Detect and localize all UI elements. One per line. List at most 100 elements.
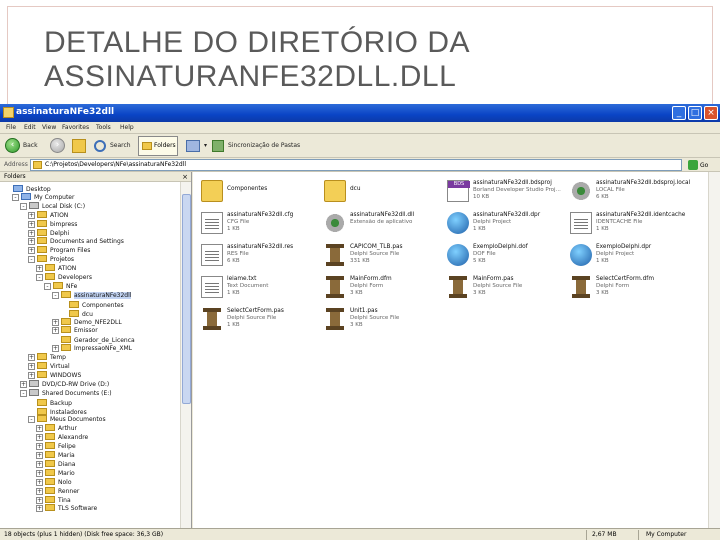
status-location: My Computer: [646, 531, 687, 538]
status-divider: [638, 530, 639, 540]
expand-toggle-icon[interactable]: -: [20, 202, 27, 210]
window-titlebar[interactable]: assinaturaNFe32dll _ □ ×: [0, 104, 720, 122]
expand-toggle-icon[interactable]: +: [28, 229, 35, 237]
file-type: Delphi Project: [473, 219, 512, 225]
file-type: IDENTCACHE File: [596, 219, 643, 225]
expand-toggle-icon[interactable]: +: [36, 443, 43, 451]
folder-icon: [37, 255, 47, 263]
file-item[interactable]: assinaturaNFe32dll.bdsproj.local LOCAL Fi…: [564, 178, 690, 206]
expand-toggle-icon[interactable]: -: [52, 291, 59, 299]
expand-toggle-icon[interactable]: +: [28, 238, 35, 246]
file-size: 6 KB: [596, 194, 609, 200]
expand-toggle-icon[interactable]: +: [52, 318, 59, 326]
files-scrollbar[interactable]: [708, 172, 720, 528]
tree-item[interactable]: + TLS Software: [36, 504, 97, 514]
expand-toggle-icon[interactable]: +: [36, 434, 43, 442]
sync-folders-button[interactable]: Sincronização de Pastas: [228, 137, 300, 155]
expand-toggle-icon[interactable]: +: [20, 380, 27, 388]
expand-toggle-icon[interactable]: +: [28, 220, 35, 228]
expand-toggle-icon[interactable]: -: [36, 274, 43, 281]
folder-icon: [37, 407, 47, 415]
expand-toggle-icon[interactable]: +: [28, 371, 35, 379]
address-input[interactable]: C:\Projetos\Developers\NFe\assinaturaNFe…: [30, 159, 682, 171]
maximize-button[interactable]: □: [688, 106, 702, 120]
expand-toggle-icon[interactable]: +: [36, 505, 43, 513]
back-label[interactable]: Back: [23, 137, 38, 155]
expand-toggle-icon[interactable]: -: [44, 282, 51, 290]
expand-toggle-icon[interactable]: +: [36, 487, 43, 495]
search-button[interactable]: Search: [110, 137, 131, 155]
folder-icon: [324, 180, 346, 202]
expand-toggle-icon[interactable]: +: [28, 247, 35, 255]
file-item[interactable]: Componentes: [195, 178, 313, 206]
file-item[interactable]: SelectCertForm.pas Delphi Source File 1 KB: [195, 306, 313, 334]
close-button[interactable]: ×: [704, 106, 718, 120]
tree-item-label: Arthur: [58, 425, 77, 433]
menu-tools[interactable]: Tools: [96, 124, 111, 131]
file-item[interactable]: MainForm.dfm Delphi Form 3 KB: [318, 274, 436, 302]
expand-toggle-icon[interactable]: +: [28, 354, 35, 362]
expand-toggle-icon[interactable]: +: [52, 327, 59, 335]
file-item[interactable]: assinaturaNFe32dll.identcache IDENTCACHE …: [564, 210, 686, 238]
tree-scrollbar[interactable]: [180, 182, 191, 528]
tree-item-label: ATION: [58, 265, 77, 273]
file-name: ExemploDelphi.dof: [473, 244, 528, 250]
forward-button[interactable]: ›: [50, 138, 65, 153]
file-item[interactable]: Unit1.pas Delphi Source File 3 KB: [318, 306, 436, 334]
file-item[interactable]: assinaturaNFe32dll.res RES File 6 KB: [195, 242, 313, 270]
expand-toggle-icon[interactable]: +: [28, 211, 35, 219]
file-item[interactable]: assinaturaNFe32dll.cfg CFG File 1 KB: [195, 210, 313, 238]
file-item[interactable]: ExemploDelphi.dof DOF File 5 KB: [441, 242, 559, 270]
menu-edit[interactable]: Edit: [24, 124, 36, 131]
views-dropdown[interactable]: ▾: [204, 137, 207, 155]
folder-icon: [37, 370, 47, 378]
expand-toggle-icon[interactable]: +: [36, 478, 43, 486]
file-type: Delphi Source File: [473, 283, 523, 289]
tree-scroll-thumb[interactable]: [182, 194, 191, 404]
expand-toggle-icon[interactable]: +: [36, 469, 43, 477]
expand-toggle-icon[interactable]: +: [36, 265, 43, 273]
expand-toggle-icon[interactable]: -: [20, 389, 27, 397]
expand-toggle-icon[interactable]: +: [36, 452, 43, 459]
folder-icon: [45, 468, 55, 476]
back-button[interactable]: ‹: [5, 138, 20, 153]
file-name: SelectCertForm.dfm: [596, 276, 654, 282]
file-item[interactable]: dcu: [318, 178, 436, 206]
views-icon[interactable]: [186, 140, 200, 152]
expand-toggle-icon[interactable]: +: [28, 363, 35, 370]
search-icon[interactable]: [94, 140, 106, 152]
file-name: Componentes: [227, 186, 268, 192]
tree-item-label: assinaturaNFe32dll: [74, 291, 132, 299]
expand-toggle-icon[interactable]: -: [12, 193, 19, 201]
sync-icon: [212, 140, 224, 152]
bds-project-icon: [447, 180, 470, 202]
expand-toggle-icon[interactable]: +: [52, 345, 59, 353]
file-type: LOCAL File: [596, 187, 625, 193]
folders-button[interactable]: Folders: [138, 136, 178, 156]
file-item[interactable]: CAPICOM_TLB.pas Delphi Source File 331 KB: [318, 242, 436, 270]
menu-view[interactable]: View: [42, 124, 56, 131]
file-item[interactable]: SelectCertForm.dfm Delphi Form 3 KB: [564, 274, 682, 302]
menu-help[interactable]: Help: [120, 124, 134, 131]
file-name: assinaturaNFe32dll.identcache: [596, 212, 686, 218]
file-item[interactable]: leiame.txt Text Document 1 KB: [195, 274, 313, 302]
file-item[interactable]: assinaturaNFe32dll.bdsprojBorland Develo…: [441, 178, 561, 206]
close-tree-button[interactable]: ×: [182, 172, 188, 182]
expand-toggle-icon[interactable]: +: [36, 425, 43, 433]
go-button[interactable]: Go: [688, 160, 718, 171]
menu-favorites[interactable]: Favorites: [62, 124, 89, 131]
expand-toggle-icon[interactable]: +: [36, 460, 43, 468]
file-item[interactable]: MainForm.pas Delphi Source File 3 KB: [441, 274, 559, 302]
expand-toggle-icon[interactable]: -: [28, 256, 35, 264]
menu-file[interactable]: File: [6, 124, 16, 131]
file-item[interactable]: assinaturaNFe32dll.dpr Delphi Project 1 KB: [441, 210, 559, 238]
file-item[interactable]: assinaturaNFe32dll.dll Extensão de aplica…: [318, 210, 436, 238]
expand-toggle-icon[interactable]: +: [36, 496, 43, 504]
folder-icon: [45, 424, 55, 432]
expand-toggle-icon[interactable]: -: [28, 416, 35, 424]
file-name: assinaturaNFe32dll.dll: [350, 212, 415, 218]
up-folder-button[interactable]: [72, 139, 86, 153]
file-item[interactable]: ExemploDelphi.dpr Delphi Project 1 KB: [564, 242, 682, 270]
tree-item-label: DVD/CD-RW Drive (D:): [42, 380, 110, 388]
minimize-button[interactable]: _: [672, 106, 686, 120]
